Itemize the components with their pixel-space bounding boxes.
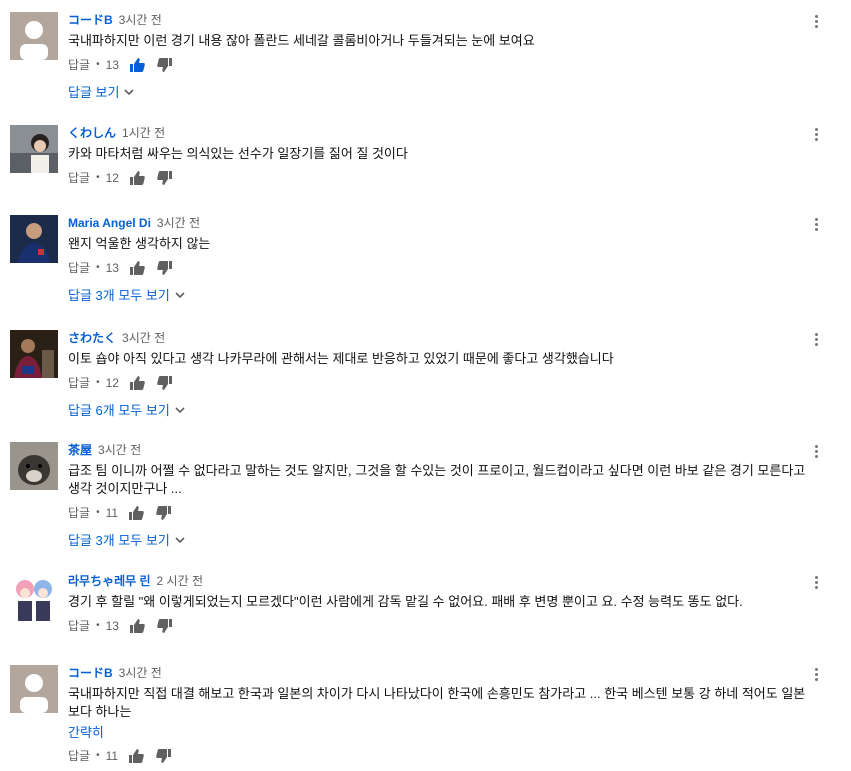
avatar[interactable] bbox=[10, 330, 58, 378]
like-count: 11 bbox=[105, 506, 119, 520]
chevron-down-icon bbox=[175, 291, 185, 298]
comment-time[interactable]: 3시간 전 bbox=[98, 443, 141, 457]
reply-button[interactable]: 답글 bbox=[68, 54, 90, 76]
thumbs-down-icon[interactable] bbox=[157, 375, 173, 391]
comment-text: 경기 후 할릴 "왜 이렇게되었는지 모르겠다"이런 사람에게 감독 맡길 수 … bbox=[68, 594, 743, 609]
like-count: 13 bbox=[105, 261, 119, 275]
thumbs-up-icon[interactable] bbox=[129, 375, 145, 391]
reply-button[interactable]: 답글 bbox=[68, 502, 90, 524]
more-options-icon[interactable] bbox=[813, 127, 819, 143]
avatar[interactable] bbox=[10, 665, 58, 713]
thumbs-down-icon[interactable] bbox=[157, 57, 173, 73]
separator-dot: • bbox=[96, 507, 100, 518]
more-options-icon[interactable] bbox=[813, 575, 819, 591]
thumbs-up-icon[interactable] bbox=[129, 57, 145, 73]
separator-dot: • bbox=[96, 172, 100, 183]
view-replies-button[interactable]: 답글 3개 모두 보기 bbox=[68, 530, 811, 549]
separator-dot: • bbox=[96, 262, 100, 273]
avatar[interactable] bbox=[10, 215, 58, 263]
more-options-icon[interactable] bbox=[813, 667, 819, 683]
comment-author[interactable]: コードB bbox=[68, 666, 113, 680]
more-options-icon[interactable] bbox=[813, 14, 819, 30]
more-options-icon[interactable] bbox=[813, 217, 819, 233]
chevron-down-icon bbox=[175, 536, 185, 543]
comment-author[interactable]: くわしん bbox=[68, 126, 116, 140]
thumbs-up-icon[interactable] bbox=[128, 505, 144, 521]
thumbs-up-icon[interactable] bbox=[129, 170, 145, 186]
separator-dot: • bbox=[96, 59, 100, 70]
comment-time[interactable]: 2 시간 전 bbox=[157, 574, 203, 588]
like-count: 12 bbox=[105, 171, 119, 185]
chevron-down-icon bbox=[175, 406, 185, 413]
chevron-down-icon bbox=[124, 88, 135, 95]
comment-text: 이토 숍야 아직 있다고 생각 나카무라에 관해서는 제대로 반응하고 있었기 … bbox=[68, 351, 614, 366]
read-less-link[interactable]: 간략히 bbox=[68, 722, 811, 741]
thumbs-down-icon[interactable] bbox=[156, 505, 172, 521]
view-replies-button[interactable]: 답글 보기 bbox=[68, 82, 811, 101]
avatar[interactable] bbox=[10, 125, 58, 173]
comment-author[interactable]: 라무ちゃ레무 린 bbox=[68, 574, 151, 588]
like-count: 13 bbox=[105, 58, 119, 72]
separator-dot: • bbox=[96, 377, 100, 388]
reply-button[interactable]: 답글 bbox=[68, 372, 90, 394]
comment-time[interactable]: 3시간 전 bbox=[157, 216, 200, 230]
like-count: 13 bbox=[105, 619, 119, 633]
thumbs-down-icon[interactable] bbox=[157, 170, 173, 186]
thumbs-up-icon[interactable] bbox=[129, 260, 145, 276]
separator-dot: • bbox=[96, 620, 100, 631]
reply-button[interactable]: 답글 bbox=[68, 167, 90, 189]
comment-time[interactable]: 3시간 전 bbox=[119, 666, 162, 680]
comment-text: 국내파하지만 직접 대결 해보고 한국과 일본의 차이가 다시 나타났다이 한국… bbox=[68, 686, 806, 719]
comment-author[interactable]: さわたく bbox=[68, 331, 116, 345]
comment-text: 왠지 억울한 생각하지 않는 bbox=[68, 236, 211, 251]
more-options-icon[interactable] bbox=[813, 444, 819, 460]
comment-author[interactable]: 茶屋 bbox=[68, 443, 92, 457]
avatar[interactable] bbox=[10, 442, 58, 490]
reply-button[interactable]: 답글 bbox=[68, 257, 90, 279]
thumbs-up-icon[interactable] bbox=[128, 748, 144, 764]
thumbs-down-icon[interactable] bbox=[157, 260, 173, 276]
comment-time[interactable]: 3시간 전 bbox=[119, 13, 162, 27]
more-options-icon[interactable] bbox=[813, 332, 819, 348]
view-replies-label: 답글 3개 모두 보기 bbox=[68, 533, 170, 548]
avatar[interactable] bbox=[10, 573, 58, 621]
comment-text: 급조 팀 이니까 어쩔 수 없다라고 말하는 것도 알지만, 그것을 할 수있는… bbox=[68, 463, 806, 496]
reply-button[interactable]: 답글 bbox=[68, 615, 90, 637]
comment-text: 카와 마타처럼 싸우는 의식있는 선수가 일장기를 짊어 질 것이다 bbox=[68, 146, 408, 161]
view-replies-label: 답글 3개 모두 보기 bbox=[68, 288, 170, 303]
thumbs-down-icon[interactable] bbox=[157, 618, 173, 634]
thumbs-up-icon[interactable] bbox=[129, 618, 145, 634]
view-replies-label: 답글 6개 모두 보기 bbox=[68, 403, 170, 418]
comment-author[interactable]: Maria Angel Di bbox=[68, 216, 151, 230]
view-replies-label: 답글 보기 bbox=[68, 85, 120, 100]
comment-time[interactable]: 1시간 전 bbox=[122, 126, 165, 140]
like-count: 12 bbox=[105, 376, 119, 390]
view-replies-button[interactable]: 답글 3개 모두 보기 bbox=[68, 285, 811, 304]
view-replies-button[interactable]: 답글 6개 모두 보기 bbox=[68, 400, 811, 419]
comment-author[interactable]: コードB bbox=[68, 13, 113, 27]
thumbs-down-icon[interactable] bbox=[156, 748, 172, 764]
comment-time[interactable]: 3시간 전 bbox=[122, 331, 165, 345]
avatar[interactable] bbox=[10, 12, 58, 60]
comment-text: 국내파하지만 이런 경기 내용 잖아 폴란드 세네갈 콜롬비아거나 두들겨되는 … bbox=[68, 33, 535, 48]
